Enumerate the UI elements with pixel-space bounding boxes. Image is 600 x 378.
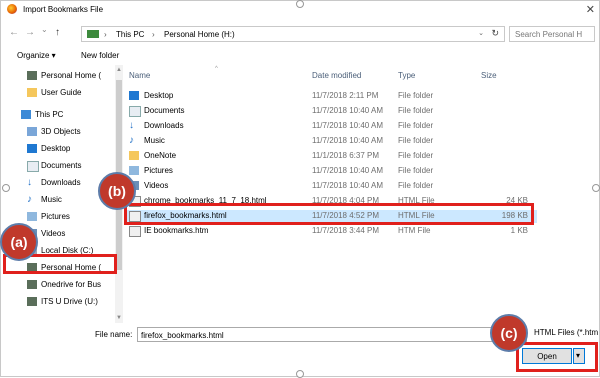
resize-handle[interactable] (2, 184, 10, 192)
documents-icon (129, 106, 141, 117)
downloads-icon: ↓ (27, 177, 32, 188)
file-name-value: firefox_bookmarks.html (141, 331, 224, 340)
html-file-icon (129, 226, 141, 237)
command-bar: Organize ▾ New folder (1, 47, 600, 65)
search-placeholder: Search Personal H (515, 30, 583, 39)
column-header-size[interactable]: Size (481, 71, 497, 80)
breadcrumb-separator: › (104, 30, 107, 39)
pictures-icon (27, 212, 37, 221)
downloads-icon: ↓ (129, 120, 134, 131)
annotation-box-b (124, 203, 534, 225)
file-name-label: File name: (95, 330, 133, 339)
folder-icon (129, 151, 139, 160)
address-dropdown-icon[interactable]: ⌄ (478, 29, 484, 37)
dialog-title: Import Bookmarks File (23, 5, 104, 14)
resize-handle[interactable] (592, 184, 600, 192)
address-bar[interactable]: › This PC › Personal Home (H:) ⌄ ↻ (81, 26, 505, 42)
breadcrumb-this-pc[interactable]: This PC (116, 30, 144, 39)
file-type-filter[interactable]: HTML Files (*.htm (534, 328, 598, 337)
refresh-icon[interactable]: ↻ (491, 28, 499, 39)
folder-icon (27, 88, 37, 97)
navigation-bar: ← → ⌄ ↑ › This PC › Personal Home (H:) ⌄… (1, 23, 600, 45)
desktop-icon (27, 144, 37, 153)
file-name-input[interactable]: firefox_bookmarks.html (137, 327, 527, 342)
organize-button[interactable]: Organize ▾ (17, 51, 56, 60)
file-row[interactable]: ↓ Downloads 11/7/2018 10:40 AM File fold… (127, 120, 537, 133)
search-input[interactable]: Search Personal H (509, 26, 595, 42)
annotation-badge-a: (a) (0, 223, 38, 261)
column-header-type[interactable]: Type (398, 71, 415, 80)
annotation-badge-c: (c) (490, 314, 528, 352)
music-icon: ♪ (27, 194, 32, 205)
firefox-icon (7, 4, 17, 14)
pc-icon (21, 110, 31, 119)
file-row[interactable]: Pictures 11/7/2018 10:40 AM File folder (127, 165, 537, 178)
breadcrumb-personal-home[interactable]: Personal Home (H:) (164, 30, 235, 39)
file-row[interactable]: ♪ Music 11/7/2018 10:40 AM File folder (127, 135, 537, 148)
drive-icon (27, 71, 37, 80)
file-list: ^ Name Date modified Type Size Desktop 1… (123, 65, 600, 323)
desktop-icon (129, 91, 139, 100)
recent-locations-icon[interactable]: ⌄ (41, 25, 48, 34)
close-icon[interactable]: ✕ (586, 3, 595, 16)
resize-handle[interactable] (296, 0, 304, 8)
file-row[interactable]: OneNote 11/1/2018 6:37 PM File folder (127, 150, 537, 163)
drive-icon (27, 297, 37, 306)
file-row[interactable]: Desktop 11/7/2018 2:11 PM File folder (127, 90, 537, 103)
annotation-box-c (516, 342, 598, 372)
annotation-badge-b: (b) (98, 172, 136, 210)
forward-arrow-icon[interactable]: → (25, 27, 35, 38)
file-row[interactable]: Documents 11/7/2018 10:40 AM File folder (127, 105, 537, 118)
up-folder-icon[interactable]: ↑ (55, 27, 60, 38)
sort-arrow-icon: ^ (215, 66, 218, 72)
column-header-date[interactable]: Date modified (312, 71, 361, 80)
new-folder-button[interactable]: New folder (81, 51, 119, 60)
file-row[interactable]: IE bookmarks.htm 11/7/2018 3:44 PM HTM F… (127, 225, 537, 238)
drive-icon (27, 280, 37, 289)
file-row[interactable]: Videos 11/7/2018 10:40 AM File folder (127, 180, 537, 193)
breadcrumb-separator: › (152, 30, 155, 39)
scroll-down-icon[interactable]: ▼ (116, 315, 122, 321)
documents-icon (27, 161, 39, 172)
music-icon: ♪ (129, 135, 134, 146)
column-header-name[interactable]: Name (129, 71, 150, 80)
back-arrow-icon[interactable]: ← (9, 27, 19, 38)
scroll-up-icon[interactable]: ▲ (116, 67, 122, 73)
pc-icon (87, 30, 99, 38)
3d-objects-icon (27, 127, 37, 136)
pictures-icon (129, 166, 139, 175)
